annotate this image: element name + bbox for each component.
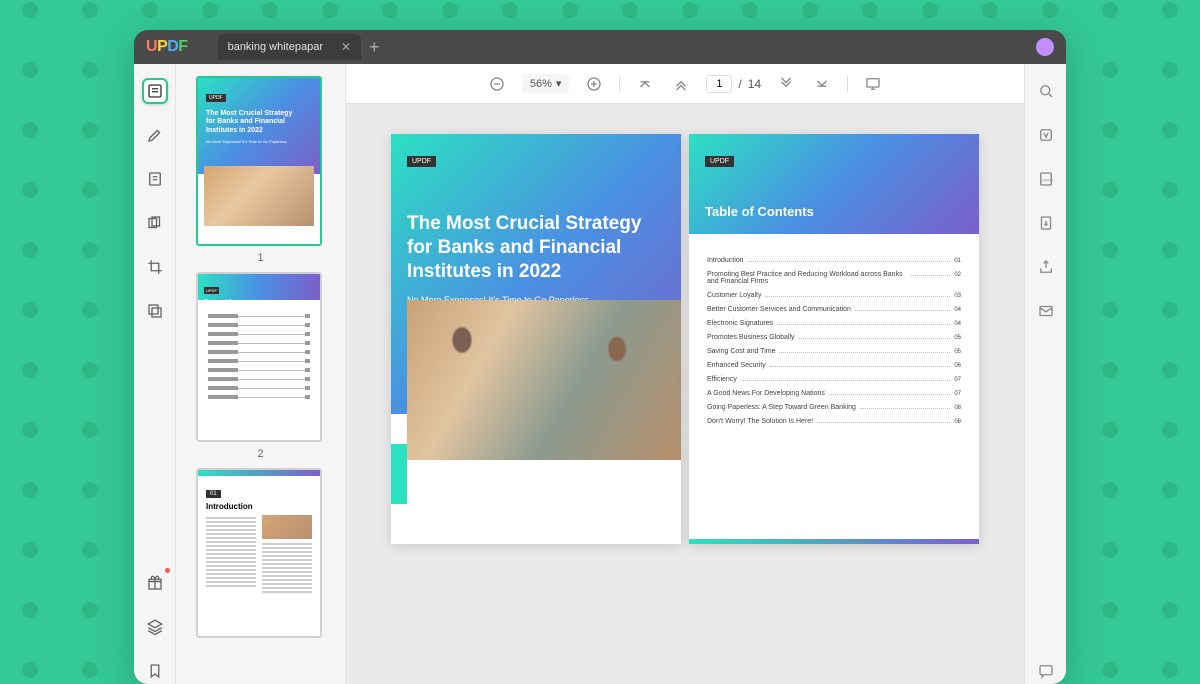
thumbnail-3[interactable]: 01 Introduction [196, 468, 325, 638]
layers-icon[interactable] [142, 614, 168, 640]
page-brand: UPDF [407, 156, 436, 167]
thumbnail-panel[interactable]: UPDF The Most Crucial Strategyfor Banks … [176, 64, 346, 684]
prev-page-button[interactable] [670, 73, 692, 95]
gift-icon[interactable] [142, 570, 168, 596]
document-canvas[interactable]: UPDF The Most Crucial Strategyfor Banks … [346, 104, 1024, 684]
toc-list: Introduction01 Promoting Best Practice an… [689, 234, 979, 448]
zoom-selector[interactable]: 56%▾ [522, 74, 570, 93]
right-toolbar: PDF/A [1024, 64, 1066, 684]
presentation-button[interactable] [862, 73, 884, 95]
chevron-down-icon: ▾ [556, 77, 562, 90]
toc-row: Customer Loyalty03 [707, 292, 961, 299]
svg-text:PDF/A: PDF/A [1042, 178, 1054, 182]
ocr-icon[interactable] [1033, 122, 1059, 148]
bookmark-icon[interactable] [142, 658, 168, 684]
workspace: UPDF The Most Crucial Strategyfor Banks … [134, 64, 1066, 684]
thumbnail-2[interactable]: UPDF Table of Contents 2 [196, 272, 325, 460]
search-icon[interactable] [1033, 78, 1059, 104]
zoom-in-button[interactable] [583, 73, 605, 95]
total-pages: 14 [748, 77, 761, 91]
document-tab[interactable]: banking whitepapar ✕ [218, 34, 361, 60]
app-window: UPDF banking whitepapar ✕ + UPDF [134, 30, 1066, 684]
toc-heading: Table of Contents [705, 204, 963, 219]
view-toolbar: 56%▾ / 14 [346, 64, 1024, 104]
thumb-brand: UPDF [206, 94, 226, 102]
last-page-button[interactable] [811, 73, 833, 95]
toc-row: Saving Cost and Time05 [707, 348, 961, 355]
crop-tool[interactable] [142, 254, 168, 280]
toc-row: Electronic Signatures04 [707, 320, 961, 327]
toc-row: Don't Worry! The Solution Is Here!08 [707, 418, 961, 425]
cover-photo [407, 300, 681, 460]
first-page-button[interactable] [634, 73, 656, 95]
tab-title: banking whitepapar [228, 41, 323, 53]
export-icon[interactable] [1033, 210, 1059, 236]
thumb-number: 1 [196, 252, 325, 264]
next-page-button[interactable] [775, 73, 797, 95]
edit-tool[interactable] [142, 166, 168, 192]
page-title: The Most Crucial Strategyfor Banks and F… [407, 212, 665, 283]
toc-row: Promotes Business Globally05 [707, 334, 961, 341]
toc-row: A Good News For Developing Nations07 [707, 390, 961, 397]
titlebar: UPDF banking whitepapar ✕ + [134, 30, 1066, 64]
toc-row: Promoting Best Practice and Reducing Wor… [707, 271, 961, 285]
pdfa-icon[interactable]: PDF/A [1033, 166, 1059, 192]
toc-row: Introduction01 [707, 257, 961, 264]
user-avatar[interactable] [1036, 38, 1054, 56]
toc-row: Going Paperless: A Step Toward Green Ban… [707, 404, 961, 411]
thumb-number: 2 [196, 448, 325, 460]
new-tab-button[interactable]: + [369, 38, 380, 56]
annotate-tool[interactable] [142, 122, 168, 148]
thumbnail-1[interactable]: UPDF The Most Crucial Strategyfor Banks … [196, 76, 325, 264]
main-area: 56%▾ / 14 UPDF The Mo [346, 64, 1024, 684]
organize-tool[interactable] [142, 210, 168, 236]
page-brand: UPDF [705, 156, 734, 167]
toc-row: Better Customer Services and Communicati… [707, 306, 961, 313]
page-2: UPDF Table of Contents Introduction01 Pro… [689, 134, 979, 544]
page-indicator: / 14 [706, 75, 761, 93]
email-icon[interactable] [1033, 298, 1059, 324]
comment-icon[interactable] [1033, 658, 1059, 684]
app-logo: UPDF [146, 38, 188, 56]
toc-row: Efficiency07 [707, 376, 961, 383]
reader-tool[interactable] [142, 78, 168, 104]
share-icon[interactable] [1033, 254, 1059, 280]
page-input[interactable] [706, 75, 732, 93]
zoom-out-button[interactable] [486, 73, 508, 95]
redact-tool[interactable] [142, 298, 168, 324]
close-tab-icon[interactable]: ✕ [341, 40, 351, 54]
thumb-photo [204, 166, 314, 226]
left-toolbar [134, 64, 176, 684]
toc-row: Enhanced Security06 [707, 362, 961, 369]
page-1: UPDF The Most Crucial Strategyfor Banks … [391, 134, 681, 544]
